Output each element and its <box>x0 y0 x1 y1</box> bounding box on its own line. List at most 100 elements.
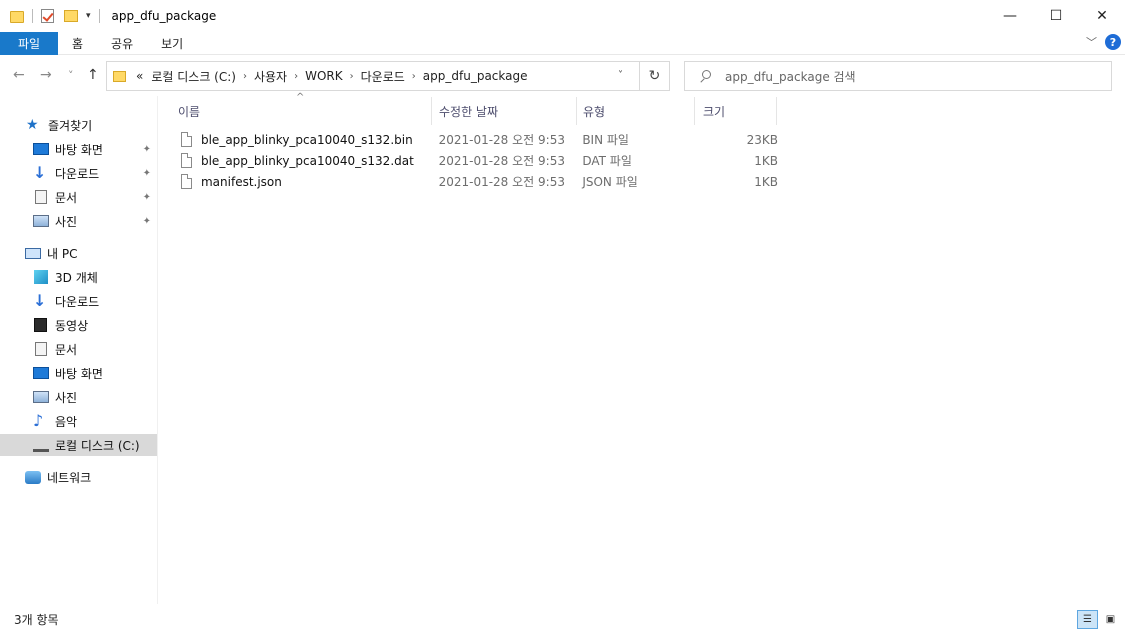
file-row[interactable]: manifest.json 2021-01-28 오전 9:53 JSON 파일… <box>172 171 778 192</box>
new-folder-icon[interactable] <box>64 10 78 22</box>
back-button[interactable]: ← <box>13 67 25 83</box>
forward-button[interactable]: → <box>40 67 52 83</box>
sidebar-item-label: 문서 <box>55 190 78 205</box>
file-name: manifest.json <box>200 174 282 189</box>
details-view-icon[interactable]: ☰ <box>1077 610 1098 629</box>
recent-locations-dropdown[interactable]: ˅ <box>68 69 74 82</box>
sidebar-item-pc-downloads[interactable]: ↓ 다운로드 <box>0 290 157 312</box>
breadcrumb-work[interactable]: WORK <box>301 69 347 83</box>
tab-file[interactable]: 파일 <box>0 31 58 55</box>
pin-icon[interactable]: ✦ <box>143 192 151 203</box>
file-date: 2021-01-28 오전 9:53 <box>438 175 565 189</box>
column-header-type[interactable]: 유형 <box>577 97 695 125</box>
sidebar-item-pc-documents[interactable]: 문서 <box>0 338 157 360</box>
sidebar-item-pc-pictures[interactable]: 사진 <box>0 386 157 408</box>
file-name: ble_app_blinky_pca10040_s132.bin <box>200 132 413 147</box>
sidebar-item-network[interactable]: 네트워크 <box>0 466 157 488</box>
file-size: 1KB <box>754 153 778 168</box>
breadcrumb: « 로컬 디스크 (C:) › 사용자 › WORK › 다운로드 › app_… <box>132 68 532 85</box>
navigation-bar: ← → ˅ ↑ « 로컬 디스크 (C:) › 사용자 › WORK › 다운로… <box>0 55 1125 96</box>
sidebar-item-label: 내 PC <box>47 246 78 261</box>
ribbon-tabs: 파일 홈 공유 보기 ﹀ ? <box>0 31 1125 55</box>
tab-home[interactable]: 홈 <box>58 32 97 55</box>
sidebar-item-label: 다운로드 <box>55 166 100 181</box>
breadcrumb-overflow[interactable]: « <box>132 69 147 83</box>
folder-icon <box>10 11 24 23</box>
sidebar-item-local-disk[interactable]: 로컬 디스크 (C:) <box>0 434 157 456</box>
tab-share[interactable]: 공유 <box>97 32 147 55</box>
up-button[interactable]: ↑ <box>87 67 99 83</box>
ribbon-right-controls: ﹀ ? <box>1086 34 1121 50</box>
sidebar-item-pictures[interactable]: 사진 ✦ <box>0 210 157 232</box>
close-button[interactable]: ✕ <box>1079 0 1125 32</box>
sidebar-item-label: 다운로드 <box>55 294 100 309</box>
file-size: 23KB <box>746 132 778 147</box>
file-row[interactable]: ble_app_blinky_pca10040_s132.dat 2021-01… <box>172 150 778 171</box>
title-bar: ▾ app_dfu_package — ☐ ✕ <box>0 0 1125 32</box>
sidebar-item-label: 동영상 <box>55 318 89 333</box>
column-header-date[interactable]: 수정한 날짜 <box>433 97 577 125</box>
quick-access-toolbar: ▾ app_dfu_package <box>0 0 216 32</box>
sidebar-item-label: 음악 <box>55 414 78 429</box>
star-icon: ★ <box>26 117 39 133</box>
help-icon[interactable]: ? <box>1105 34 1121 50</box>
file-name: ble_app_blinky_pca10040_s132.dat <box>200 153 414 168</box>
sidebar-item-documents[interactable]: 문서 ✦ <box>0 186 157 208</box>
sidebar-item-label: 바탕 화면 <box>55 366 103 381</box>
file-date: 2021-01-28 오전 9:53 <box>438 154 565 168</box>
desktop-icon <box>33 143 49 155</box>
chevron-right-icon[interactable]: › <box>409 71 419 82</box>
properties-icon[interactable] <box>41 9 54 23</box>
sidebar-item-downloads[interactable]: ↓ 다운로드 ✦ <box>0 162 157 184</box>
minimize-button[interactable]: — <box>987 0 1033 32</box>
film-icon <box>34 318 47 332</box>
navigation-pane: ★ 즐겨찾기 바탕 화면 ✦ ↓ 다운로드 ✦ 문서 ✦ 사진 ✦ 내 PC 3… <box>0 96 158 604</box>
expand-ribbon-icon[interactable]: ﹀ <box>1086 34 1097 50</box>
file-icon <box>181 132 192 147</box>
file-type: JSON 파일 <box>582 175 638 189</box>
window-controls: — ☐ ✕ <box>987 0 1125 32</box>
download-icon: ↓ <box>33 163 47 182</box>
sidebar-item-3d-objects[interactable]: 3D 개체 <box>0 266 157 288</box>
sidebar-item-this-pc[interactable]: 내 PC <box>0 242 157 264</box>
breadcrumb-users[interactable]: 사용자 <box>250 68 291 85</box>
sidebar-item-videos[interactable]: 동영상 <box>0 314 157 336</box>
drive-icon <box>33 444 49 452</box>
large-icons-view-icon[interactable]: ▣ <box>1100 610 1121 629</box>
breadcrumb-downloads[interactable]: 다운로드 <box>357 68 409 85</box>
chevron-right-icon[interactable]: › <box>347 71 357 82</box>
column-header-size[interactable]: 크기 <box>697 97 777 125</box>
pin-icon[interactable]: ✦ <box>143 168 151 179</box>
computer-icon <box>25 247 41 259</box>
search-box[interactable]: app_dfu_package 검색 <box>684 61 1112 91</box>
chevron-right-icon[interactable]: › <box>291 71 301 82</box>
sidebar-item-label: 3D 개체 <box>55 270 98 285</box>
download-icon: ↓ <box>33 291 47 310</box>
file-row[interactable]: ble_app_blinky_pca10040_s132.bin 2021-01… <box>172 129 778 150</box>
folder-icon <box>113 70 126 82</box>
search-input[interactable]: app_dfu_package 검색 <box>725 68 856 85</box>
picture-icon <box>33 391 49 403</box>
refresh-button[interactable]: ↻ <box>639 62 669 90</box>
chevron-right-icon[interactable]: › <box>240 71 250 82</box>
address-bar[interactable]: « 로컬 디스크 (C:) › 사용자 › WORK › 다운로드 › app_… <box>106 61 670 91</box>
document-icon <box>35 190 47 204</box>
status-bar: 3개 항목 ☰ ▣ <box>0 604 1125 634</box>
breadcrumb-local-disk[interactable]: 로컬 디스크 (C:) <box>147 68 240 85</box>
customize-toolbar-dropdown[interactable]: ▾ <box>86 11 91 21</box>
sidebar-item-quick-access[interactable]: ★ 즐겨찾기 <box>0 114 157 136</box>
tab-view[interactable]: 보기 <box>147 32 197 55</box>
sidebar-item-music[interactable]: ♪ 음악 <box>0 410 157 432</box>
column-header-name[interactable]: 이름 <box>172 97 432 125</box>
address-history-dropdown[interactable]: ˅ <box>618 70 623 81</box>
sidebar-item-label: 네트워크 <box>47 470 92 485</box>
sidebar-item-pc-desktop[interactable]: 바탕 화면 <box>0 362 157 384</box>
picture-icon <box>33 215 49 227</box>
sidebar-item-desktop[interactable]: 바탕 화면 ✦ <box>0 138 157 160</box>
maximize-button[interactable]: ☐ <box>1033 0 1079 32</box>
window-title: app_dfu_package <box>111 9 217 23</box>
pin-icon[interactable]: ✦ <box>143 144 151 155</box>
file-icon <box>181 174 192 189</box>
breadcrumb-current-folder[interactable]: app_dfu_package <box>419 69 532 83</box>
pin-icon[interactable]: ✦ <box>143 216 151 227</box>
